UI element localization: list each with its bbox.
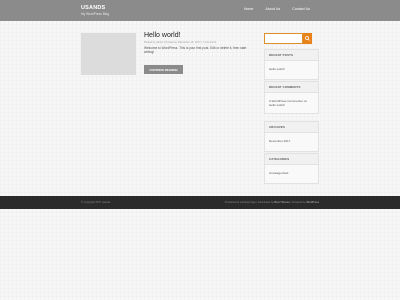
footer-credit-middle: | Powered by — [290, 201, 306, 204]
site-header: USANDS My WordPress Blog Home About Us C… — [0, 0, 400, 21]
recent-post-link[interactable]: Hello world! — [269, 67, 314, 71]
post-thumbnail[interactable] — [81, 33, 136, 75]
search-button[interactable] — [303, 33, 312, 44]
footer-theme-link[interactable]: Best Themes — [274, 201, 289, 204]
site-footer: © Copyright 2017 usands Professional Lan… — [0, 196, 400, 209]
widget-categories: CATEGORIES Uncategorized — [264, 153, 319, 185]
footer-credits: Professional Landing Page | Developed by… — [225, 201, 319, 204]
nav-item-about-us[interactable]: About Us — [265, 7, 280, 11]
footer-copyright: © Copyright 2017 usands — [81, 201, 111, 204]
category-link[interactable]: Uncategorized — [269, 171, 314, 175]
widget-title: RECENT POSTS — [265, 50, 318, 61]
continue-reading-button[interactable]: CONTINUE READING — [144, 65, 183, 74]
widget-title: CATEGORIES — [265, 154, 318, 165]
main-nav: Home About Us Contact Us — [244, 7, 310, 11]
search-icon — [305, 36, 310, 41]
footer-wordpress-link[interactable]: WordPress — [306, 201, 319, 204]
widget-recent-comments: RECENT COMMENTS A WordPress Commenter on… — [264, 81, 319, 114]
post-excerpt: Welcome to WordPress. This is your first… — [144, 46, 247, 55]
site-title[interactable]: USANDS — [81, 5, 105, 11]
archive-link[interactable]: December 2017 — [269, 139, 314, 143]
widget-archives: ARCHIVES December 2017 — [264, 121, 319, 153]
footer-credit-prefix: Professional Landing Page | Developed by — [224, 201, 274, 204]
post-meta: Posted by admin | Posted on December 16,… — [144, 40, 217, 44]
post-title[interactable]: Hello world! — [144, 32, 181, 39]
search-input[interactable] — [264, 33, 303, 44]
widget-title: RECENT COMMENTS — [265, 82, 318, 93]
comment-post-link[interactable]: Hello world! — [269, 103, 314, 107]
site-tagline: My WordPress Blog — [81, 12, 110, 16]
nav-item-home[interactable]: Home — [244, 7, 254, 11]
search-form — [264, 33, 312, 44]
nav-item-contact-us[interactable]: Contact Us — [292, 7, 310, 11]
widget-title: ARCHIVES — [265, 122, 318, 133]
widget-recent-posts: RECENT POSTS Hello world! — [264, 49, 319, 81]
